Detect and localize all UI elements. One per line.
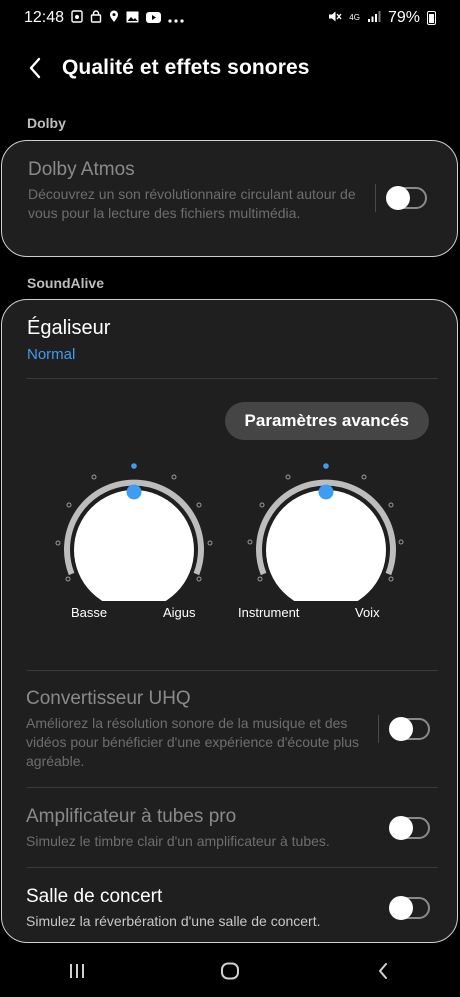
- dolby-atmos-title: Dolby Atmos: [28, 159, 135, 180]
- uhq-row[interactable]: Convertisseur UHQ Améliorez la résolutio…: [26, 688, 365, 771]
- divider: [27, 787, 438, 788]
- chevron-left-icon: [29, 57, 41, 79]
- status-bar: 12:48 4G 79%: [0, 0, 460, 36]
- gallery-icon: [71, 10, 83, 26]
- advanced-settings-button[interactable]: Paramètres avancés: [224, 402, 429, 440]
- section-label-soundalive: SoundAlive: [27, 275, 105, 291]
- uhq-toggle[interactable]: [389, 717, 430, 741]
- tube-amp-description: Simulez le timbre clair d'un amplificate…: [26, 833, 330, 849]
- tube-amp-row[interactable]: Amplificateur à tubes pro Simulez le tim…: [26, 806, 390, 851]
- battery-percent: 79%: [387, 9, 420, 26]
- toggle-knob: [389, 896, 413, 920]
- back-button[interactable]: [20, 53, 50, 83]
- lock-icon: [90, 10, 102, 26]
- toggle-knob: [389, 717, 413, 741]
- back-icon: [379, 962, 388, 979]
- tube-amp-toggle-wrap: [389, 816, 430, 840]
- more-dots-icon: [168, 11, 184, 26]
- page-title: Qualité et effets sonores: [62, 56, 310, 79]
- image-icon: [126, 11, 139, 26]
- tube-amp-title: Amplificateur à tubes pro: [26, 806, 237, 827]
- navigation-bar: [0, 944, 460, 997]
- instrument-voice-knob[interactable]: [246, 456, 406, 601]
- mute-icon: [328, 10, 342, 26]
- concert-hall-toggle[interactable]: [389, 896, 430, 920]
- section-label-dolby: Dolby: [27, 115, 66, 131]
- battery-icon: [427, 11, 436, 25]
- divider: [375, 184, 376, 212]
- concert-hall-row[interactable]: Salle de concert Simulez la réverbératio…: [26, 886, 390, 931]
- equalizer-value: Normal: [27, 346, 76, 363]
- equalizer-row[interactable]: Égaliseur Normal: [27, 317, 110, 363]
- concert-hall-description: Simulez la réverbération d'une salle de …: [26, 913, 321, 929]
- equalizer-title: Égaliseur: [27, 317, 111, 339]
- dolby-card: Dolby Atmos Découvrez un son révolutionn…: [1, 140, 458, 257]
- uhq-description: Améliorez la résolution sonore de la mus…: [26, 715, 360, 769]
- dolby-atmos-toggle[interactable]: [386, 186, 427, 210]
- knob-label-voice: Voix: [355, 605, 380, 620]
- nav-back-button[interactable]: [353, 951, 413, 991]
- concert-hall-toggle-wrap: [389, 896, 430, 920]
- divider: [27, 378, 438, 379]
- location-icon: [109, 10, 119, 26]
- network-type: 4G: [349, 13, 360, 22]
- header: Qualité et effets sonores: [0, 40, 460, 96]
- uhq-title: Convertisseur UHQ: [26, 688, 191, 709]
- home-icon: [220, 962, 239, 979]
- divider: [27, 867, 438, 868]
- recent-apps-button[interactable]: [47, 951, 107, 991]
- knob-label-bass: Basse: [71, 605, 108, 620]
- dolby-atmos-description: Découvrez un son révolutionnaire circula…: [28, 186, 356, 221]
- toggle-knob: [386, 186, 410, 210]
- divider: [378, 715, 379, 743]
- tube-amp-toggle[interactable]: [389, 816, 430, 840]
- dolby-atmos-toggle-wrap: [375, 184, 427, 212]
- knob-label-treble: Aigus: [163, 605, 196, 620]
- toggle-knob: [389, 816, 413, 840]
- concert-hall-title: Salle de concert: [26, 886, 163, 907]
- recent-apps-icon: [69, 963, 84, 978]
- knob-label-instrument: Instrument: [238, 605, 300, 620]
- uhq-toggle-wrap: [378, 715, 430, 743]
- divider: [27, 670, 438, 671]
- status-time: 12:48: [24, 9, 65, 26]
- home-button[interactable]: [200, 951, 260, 991]
- youtube-icon: [146, 11, 162, 26]
- status-right: 4G 79%: [328, 9, 436, 27]
- signal-icon: [367, 10, 381, 26]
- status-left: 12:48: [24, 9, 184, 27]
- dolby-atmos-row[interactable]: Dolby Atmos Découvrez un son révolutionn…: [28, 159, 357, 223]
- bass-treble-knob[interactable]: [54, 456, 214, 601]
